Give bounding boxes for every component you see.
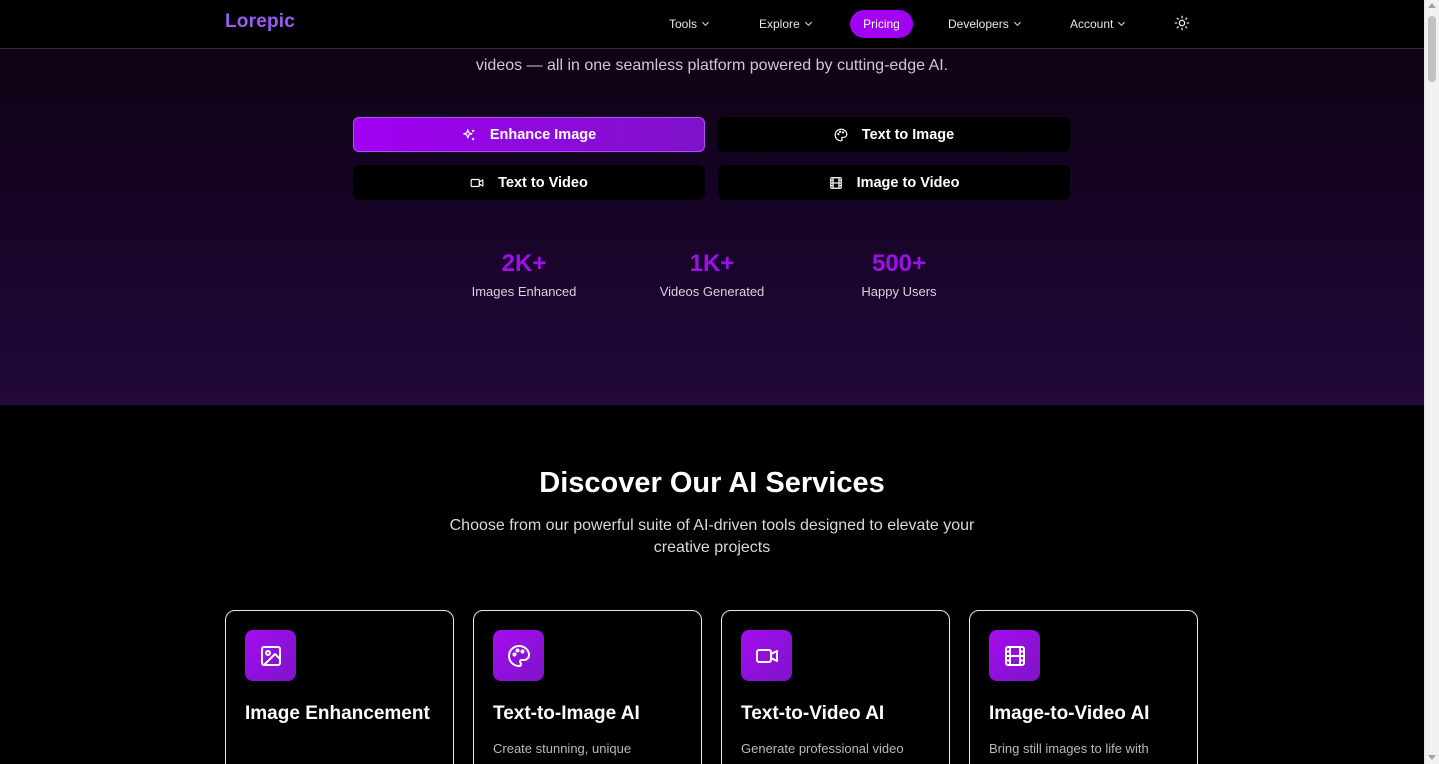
film-icon <box>829 176 843 190</box>
image-icon <box>245 630 296 681</box>
text-to-video-button[interactable]: Text to Video <box>353 165 705 200</box>
sparkles-icon <box>462 128 476 142</box>
service-card-description: Bring still images to life with <box>989 741 1149 756</box>
stat-value: 1K+ <box>689 250 735 277</box>
enhance-image-button[interactable]: Enhance Image <box>353 117 705 152</box>
service-card-title: Image-to-Video AI <box>989 703 1150 724</box>
enhance-image-label: Enhance Image <box>489 126 597 143</box>
palette-icon <box>834 128 848 142</box>
stat-label: Happy Users <box>861 284 937 299</box>
brand-logo[interactable]: Lorepic <box>225 11 295 33</box>
nav-explore-dropdown[interactable]: Explore <box>759 10 812 38</box>
services-title: Discover Our AI Services <box>539 467 885 499</box>
stat-value: 2K+ <box>501 250 547 277</box>
services-subtitle: Choose from our powerful suite of AI-dri… <box>449 517 975 556</box>
video-icon <box>741 630 792 681</box>
nav-account-label: Account <box>1070 17 1114 31</box>
text-to-image-label: Text to Image <box>861 126 955 143</box>
top-nav-bar: Lorepic Tools Explore Pricing Developers… <box>0 0 1424 49</box>
palette-icon <box>493 630 544 681</box>
nav-tools-dropdown[interactable]: Tools <box>669 10 710 38</box>
service-card-title: Text-to-Video AI <box>741 703 885 724</box>
stat-videos-generated: 1K+ Videos Generated <box>632 250 792 299</box>
nav-account-dropdown[interactable]: Account <box>1070 10 1126 38</box>
service-card-image-to-video[interactable]: Image-to-Video AI Bring still images to … <box>969 610 1198 764</box>
service-card-description: Create stunning, unique <box>493 741 632 756</box>
service-card-text-to-image[interactable]: Text-to-Image AI Create stunning, unique <box>473 610 702 764</box>
text-to-image-button[interactable]: Text to Image <box>718 117 1070 152</box>
hero-section: videos — all in one seamless platform po… <box>0 49 1424 405</box>
page: Lorepic Tools Explore Pricing Developers… <box>0 0 1424 764</box>
video-icon <box>470 176 484 190</box>
service-card-title: Image Enhancement <box>245 703 430 724</box>
page-scrollbar[interactable] <box>1424 0 1439 764</box>
stat-happy-users: 500+ Happy Users <box>819 250 979 299</box>
nav-tools-label: Tools <box>669 17 698 31</box>
chevron-down-icon <box>804 18 812 27</box>
stat-label: Videos Generated <box>659 284 765 299</box>
service-card-text-to-video[interactable]: Text-to-Video AI Generate professional v… <box>721 610 950 764</box>
service-card-title: Text-to-Image AI <box>493 703 640 724</box>
chevron-down-icon <box>701 18 710 27</box>
nav-developers-label: Developers <box>948 17 1009 31</box>
scrollbar-thumb[interactable] <box>1428 16 1436 82</box>
hero-subtitle: videos — all in one seamless platform po… <box>475 57 949 74</box>
film-icon <box>989 630 1040 681</box>
image-to-video-label: Image to Video <box>856 174 960 191</box>
chevron-down-icon <box>1013 18 1021 27</box>
theme-toggle-button[interactable] <box>1174 15 1190 31</box>
text-to-video-label: Text to Video <box>498 174 588 191</box>
stat-label: Images Enhanced <box>471 284 577 299</box>
nav-pricing-button[interactable]: Pricing <box>850 10 913 38</box>
nav-explore-label: Explore <box>759 17 800 31</box>
stat-value: 500+ <box>871 250 927 277</box>
scroll-up-arrow-icon[interactable] <box>1428 3 1436 8</box>
nav-developers-dropdown[interactable]: Developers <box>948 10 1021 38</box>
chevron-down-icon <box>1118 18 1126 27</box>
nav-pricing-label: Pricing <box>863 17 900 31</box>
stat-images-enhanced: 2K+ Images Enhanced <box>444 250 604 299</box>
scroll-down-arrow-icon[interactable] <box>1428 755 1436 760</box>
image-to-video-button[interactable]: Image to Video <box>718 165 1070 200</box>
service-card-description: Generate professional video <box>741 741 904 756</box>
service-card-image-enhancement[interactable]: Image Enhancement <box>225 610 454 764</box>
sun-icon <box>1174 15 1190 31</box>
